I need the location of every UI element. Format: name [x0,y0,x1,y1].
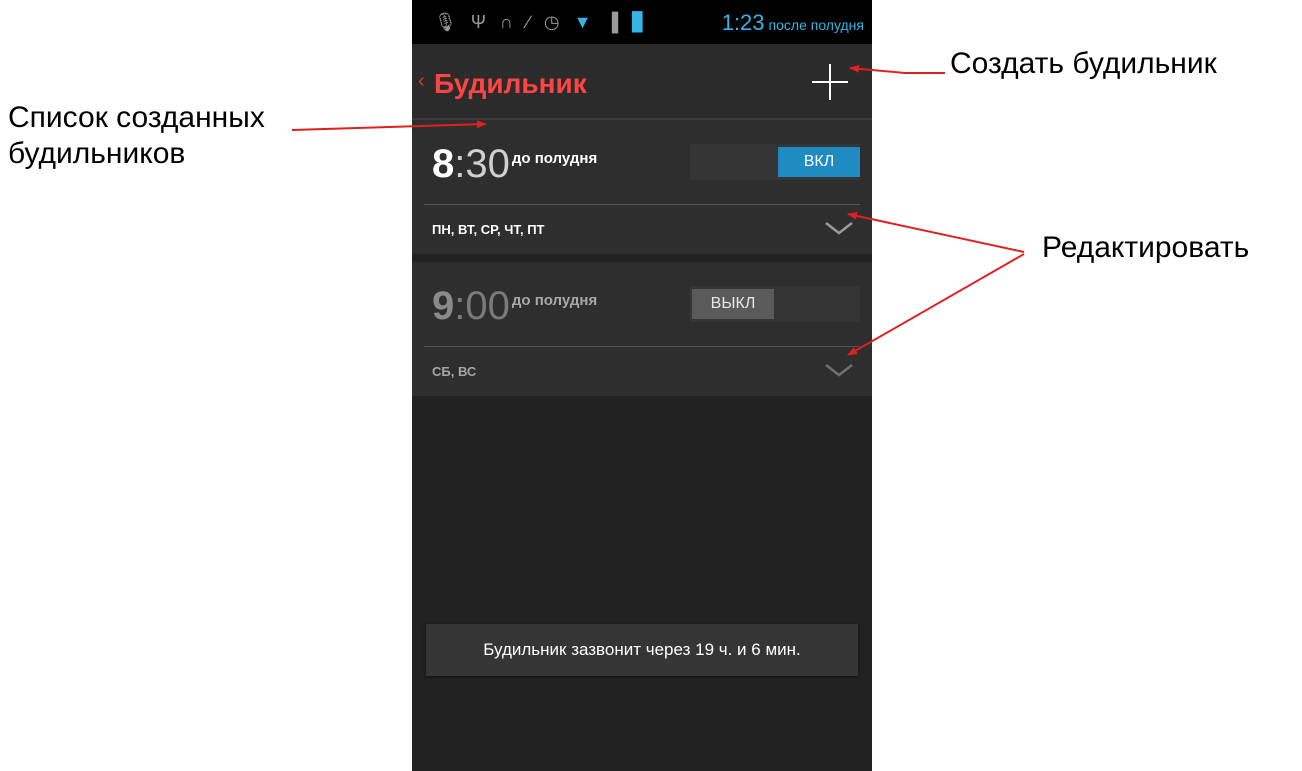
status-time: 1:23 [721,10,765,35]
arrow-to-edit-2 [847,253,1025,356]
status-clock: 1:23 после полудня [722,10,864,36]
alarm-clock-icon: ◷ [543,12,560,32]
alarm-divider [424,346,860,347]
callout-list: Список созданных будильников [8,101,265,170]
headphones-icon: ∩ [499,12,513,32]
status-icons: 🎙︎ Ψ ∩ ∕ ◷ ▼ ▐ ▊ [434,13,646,31]
alarm-hour: 9 [432,284,455,328]
alarm-minutes: :30 [454,142,510,186]
alarm-toggle[interactable]: ВКЛ [690,144,860,180]
chevron-down-icon[interactable] [824,220,854,236]
status-bar: 🎙︎ Ψ ∩ ∕ ◷ ▼ ▐ ▊ 1:23 после полудня [412,0,872,44]
alarm-ampm: до полудня [511,150,598,167]
signal-icon: ▐ [605,12,619,32]
microphone-icon: 🎙︎ [434,12,457,32]
chevron-down-icon[interactable] [824,362,854,378]
toggle-on-label: ВКЛ [778,147,860,177]
arrow-to-edit-1 [847,211,1025,253]
alarm-item[interactable]: 8 :30 до полудня ВКЛ ПН, ВТ, СР, ЧТ, ПТ [412,120,872,254]
mute-icon: ∕ [526,12,530,32]
action-bar: ‹ Будильник [412,44,872,120]
app-title[interactable]: Будильник [434,68,587,100]
alarm-divider [424,204,860,205]
status-ampm: после полудня [768,17,864,33]
alarm-item[interactable]: 9 :00 до полудня ВЫКЛ СБ, ВС [412,262,872,396]
alarm-time[interactable]: 9 :00 до полудня [432,284,597,328]
alarm-days: СБ, ВС [432,364,477,379]
alarm-ampm: до полудня [511,292,598,309]
alarm-toggle[interactable]: ВЫКЛ [690,286,860,322]
toast-message: Будильник зазвонит через 19 ч. и 6 мин. [426,624,858,676]
callout-create: Создать будильник [950,47,1217,80]
callout-edit: Редактировать [1042,231,1250,264]
alarm-minutes: :00 [454,284,510,328]
battery-icon: ▊ [632,12,647,32]
back-chevron-icon[interactable]: ‹ [418,70,425,93]
usb-icon: Ψ [470,12,486,32]
phone-screen: 🎙︎ Ψ ∩ ∕ ◷ ▼ ▐ ▊ 1:23 после полудня ‹ Бу… [412,0,872,771]
alarm-days: ПН, ВТ, СР, ЧТ, ПТ [432,222,545,237]
plus-icon[interactable] [812,64,848,100]
alarm-hour: 8 [432,142,455,186]
toggle-off-label: ВЫКЛ [692,289,774,319]
wifi-icon: ▼ [573,12,592,32]
alarm-time[interactable]: 8 :30 до полудня [432,142,597,186]
